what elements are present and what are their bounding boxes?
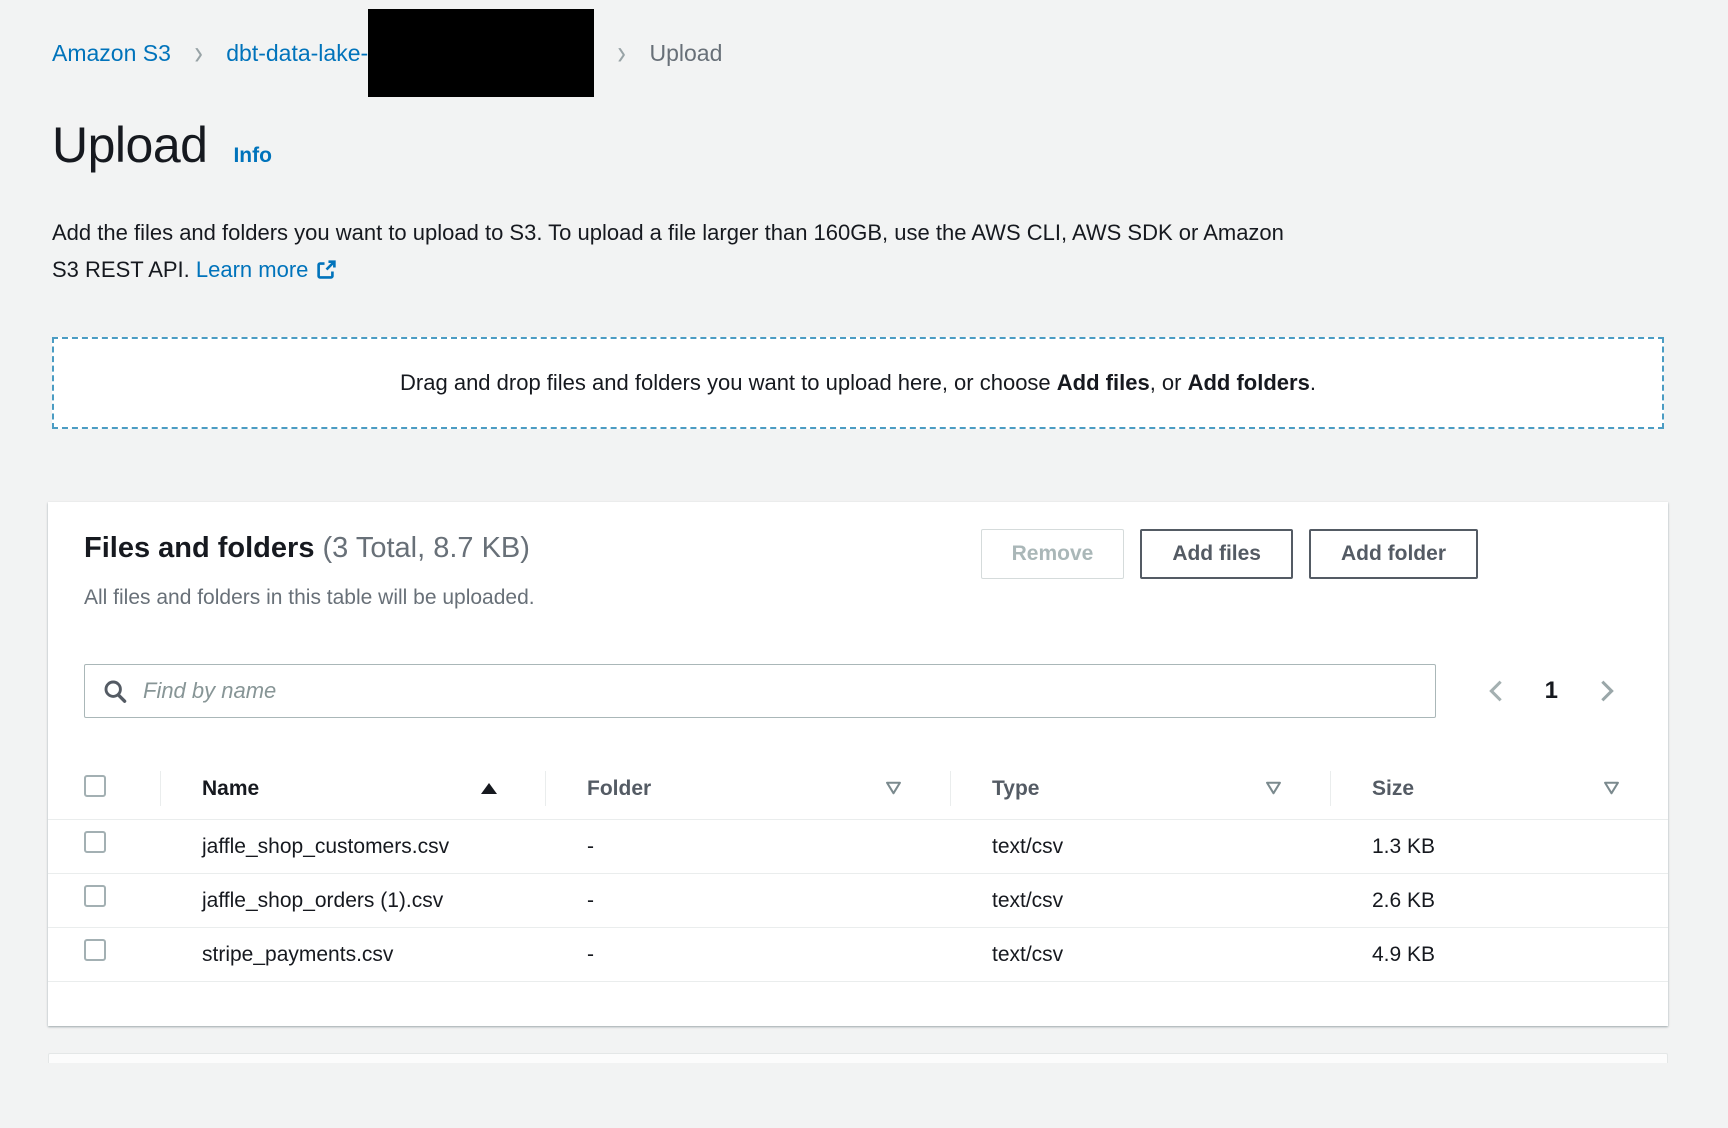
description-line-1: Add the files and folders you want to up…: [52, 220, 1284, 245]
file-folder-cell: -: [545, 938, 950, 971]
row-checkbox[interactable]: [84, 939, 106, 961]
dropzone-text: Drag and drop files and folders you want…: [400, 370, 1316, 396]
add-folder-button[interactable]: Add folder: [1309, 529, 1478, 579]
sort-ascending-icon: [481, 783, 497, 794]
filter-down-triangle-icon: [1265, 777, 1282, 801]
search-box: [84, 664, 1436, 718]
search-icon: [103, 679, 127, 703]
breadcrumb-link-bucket[interactable]: dbt-data-lake-: [226, 40, 368, 67]
breadcrumb: Amazon S3 › dbt-data-lake- › Upload: [0, 0, 1728, 106]
file-size-cell: 1.3 KB: [1330, 830, 1668, 863]
panel-subtitle: All files and folders in this table will…: [84, 584, 535, 612]
file-type-cell: text/csv: [950, 884, 1330, 917]
file-type-cell: text/csv: [950, 938, 1330, 971]
pagination: 1: [1489, 677, 1614, 705]
column-header-size[interactable]: Size: [1330, 758, 1668, 819]
info-link[interactable]: Info: [233, 144, 271, 168]
search-input[interactable]: [141, 677, 1417, 705]
chevron-right-icon: ›: [618, 36, 626, 70]
page-title: Upload: [52, 116, 207, 174]
row-checkbox[interactable]: [84, 831, 106, 853]
file-name-cell: jaffle_shop_orders (1).csv: [160, 884, 545, 917]
file-size-cell: 4.9 KB: [1330, 938, 1668, 971]
remove-button[interactable]: Remove: [981, 529, 1125, 579]
description-line-2: S3 REST API.: [52, 257, 196, 282]
table-row: jaffle_shop_customers.csv - text/csv 1.3…: [48, 820, 1668, 874]
drag-and-drop-zone[interactable]: Drag and drop files and folders you want…: [52, 337, 1664, 429]
column-header-type[interactable]: Type: [950, 758, 1330, 819]
page-description: Add the files and folders you want to up…: [52, 214, 1728, 291]
filter-down-triangle-icon: [1603, 777, 1620, 801]
file-name-cell: stripe_payments.csv: [160, 938, 545, 971]
column-header-name[interactable]: Name: [160, 758, 545, 819]
next-page-icon[interactable]: [1600, 679, 1614, 703]
files-table: Name Folder Type Size jaffle_sh: [48, 758, 1668, 1026]
add-files-button[interactable]: Add files: [1140, 529, 1293, 579]
table-header-row: Name Folder Type Size: [48, 758, 1668, 820]
column-header-folder[interactable]: Folder: [545, 758, 950, 819]
previous-page-icon[interactable]: [1489, 679, 1503, 703]
panel-count: (3 Total, 8.7 KB): [323, 532, 530, 564]
row-checkbox[interactable]: [84, 885, 106, 907]
filter-down-triangle-icon: [885, 777, 902, 801]
breadcrumb-link-amazon-s3[interactable]: Amazon S3: [52, 40, 171, 67]
table-row: jaffle_shop_orders (1).csv - text/csv 2.…: [48, 874, 1668, 928]
file-folder-cell: -: [545, 830, 950, 863]
table-row: stripe_payments.csv - text/csv 4.9 KB: [48, 928, 1668, 982]
select-all-checkbox[interactable]: [84, 775, 106, 797]
chevron-right-icon: ›: [194, 36, 202, 70]
panel-heading-block: Files and folders (3 Total, 8.7 KB) All …: [84, 528, 535, 612]
current-page-number[interactable]: 1: [1545, 677, 1558, 705]
external-link-icon: [316, 254, 337, 291]
select-all-cell: [48, 775, 160, 803]
file-type-cell: text/csv: [950, 830, 1330, 863]
redacted-bucket-name: [368, 9, 594, 97]
files-and-folders-panel: Files and folders (3 Total, 8.7 KB) All …: [48, 502, 1668, 1026]
file-folder-cell: -: [545, 884, 950, 917]
learn-more-link[interactable]: Learn more: [196, 257, 309, 282]
breadcrumb-current-upload: Upload: [649, 40, 722, 67]
file-name-cell: jaffle_shop_customers.csv: [160, 830, 545, 863]
next-panel-top-edge: [48, 1053, 1668, 1063]
file-size-cell: 2.6 KB: [1330, 884, 1668, 917]
panel-title: Files and folders (3 Total, 8.7 KB): [84, 528, 535, 568]
